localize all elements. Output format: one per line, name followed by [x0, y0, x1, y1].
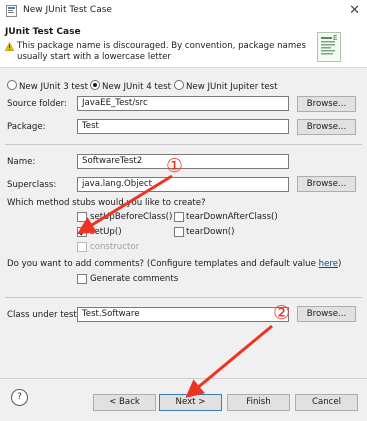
window-title: New JUnit Test Case: [23, 5, 112, 15]
finish-button[interactable]: Finish: [227, 394, 290, 411]
name-label: Name:: [7, 157, 36, 167]
superclass-label: Superclass:: [7, 180, 57, 190]
setup-checkbox[interactable]: [77, 227, 87, 237]
generate-comments-label: Generate comments: [90, 274, 179, 284]
radio-junit3[interactable]: New JUnit 3 test: [7, 80, 88, 92]
teardown-label: tearDown(): [186, 227, 235, 237]
superclass-field[interactable]: java.lang.Object: [77, 177, 289, 192]
cancel-button[interactable]: Cancel: [295, 394, 358, 411]
package-field[interactable]: Test: [77, 119, 289, 134]
close-icon[interactable]: ✕: [349, 3, 360, 18]
button-bar: ? < Back Next > Finish Cancel: [0, 378, 367, 421]
eclipse-app-icon: [6, 5, 17, 17]
source-folder-browse-button[interactable]: Browse...: [297, 96, 356, 112]
class-under-test-browse-button[interactable]: Browse...: [297, 306, 356, 322]
teardown-checkbox[interactable]: [174, 227, 184, 237]
setup-label: setUp(): [90, 227, 122, 237]
package-label: Package:: [7, 122, 46, 132]
method-stubs-question: Which method stubs would you like to cre…: [7, 198, 206, 208]
separator: [5, 297, 362, 298]
teardown-after-class-checkbox[interactable]: [174, 212, 184, 222]
radio-button-selected[interactable]: [90, 80, 100, 90]
radio-junit-jupiter[interactable]: New JUnit Jupiter test: [174, 80, 278, 92]
warning-message: This package name is discouraged. By con…: [17, 41, 306, 62]
annotation-marker-1: ①: [166, 155, 184, 177]
source-folder-field[interactable]: JavaEE_Test/src: [77, 96, 289, 111]
setup-before-class-label: setUpBeforeClass(): [90, 212, 173, 222]
generate-comments-checkbox[interactable]: [77, 274, 87, 284]
help-icon[interactable]: ?: [11, 389, 28, 406]
wizard-title: JUnit Test Case: [5, 27, 81, 37]
title-bar: New JUnit Test Case ✕: [0, 0, 367, 24]
source-folder-label: Source folder:: [7, 99, 67, 109]
next-button[interactable]: Next >: [159, 394, 222, 411]
configure-templates-link[interactable]: here: [319, 259, 338, 269]
package-browse-button[interactable]: Browse...: [297, 119, 356, 135]
annotation-marker-2: ②: [273, 302, 291, 324]
junit-wizard-icon: E: [317, 32, 341, 62]
wizard-body: [0, 68, 367, 378]
class-under-test-label: Class under test:: [7, 310, 80, 320]
wizard-header: JUnit Test Case This package name is dis…: [0, 23, 367, 68]
constructor-checkbox[interactable]: [77, 242, 87, 252]
separator: [5, 144, 362, 145]
radio-junit4[interactable]: New JUnit 4 test: [90, 80, 171, 92]
class-under-test-field[interactable]: Test.Software: [77, 307, 289, 322]
setup-before-class-checkbox[interactable]: [77, 212, 87, 222]
back-button[interactable]: < Back: [93, 394, 156, 411]
comments-question: Do you want to add comments? (Configure …: [7, 259, 342, 269]
radio-button[interactable]: [174, 80, 184, 90]
constructor-label: constructor: [90, 242, 140, 252]
warning-icon: [5, 42, 14, 51]
superclass-browse-button[interactable]: Browse...: [297, 176, 356, 192]
radio-button[interactable]: [7, 80, 17, 90]
teardown-after-class-label: tearDownAfterClass(): [186, 212, 278, 222]
svg-text:E: E: [333, 34, 337, 42]
